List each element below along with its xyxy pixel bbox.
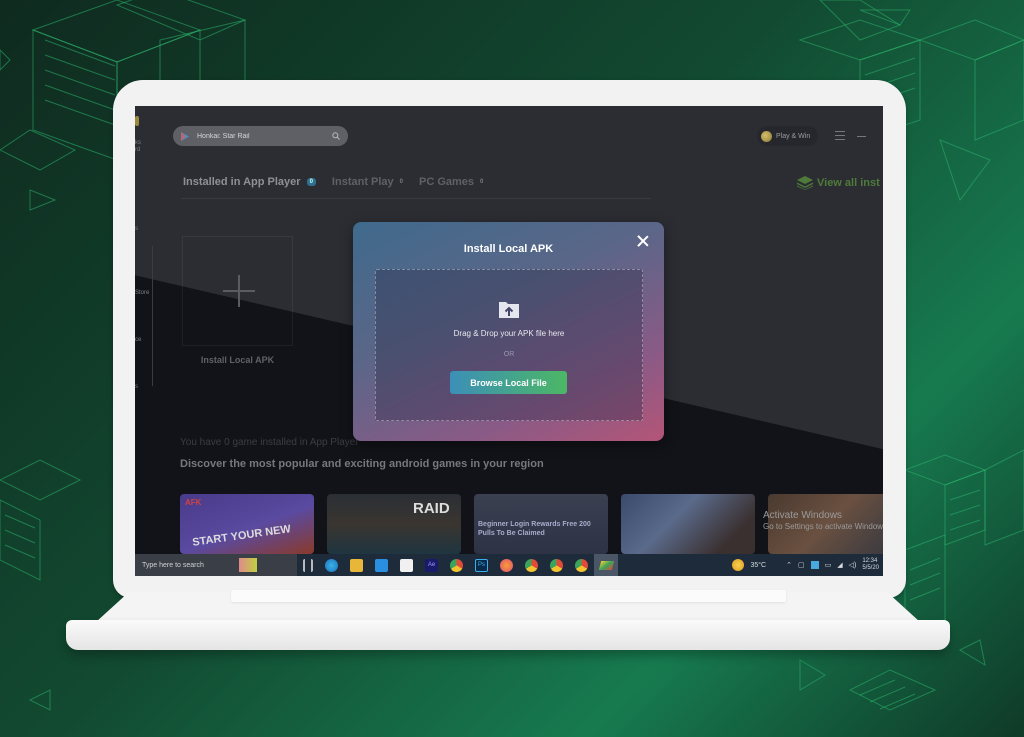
clock[interactable]: 12:34 5/5/20 (862, 558, 879, 572)
tab-count-badge: 0 (480, 179, 484, 185)
taskbar-search[interactable]: Type here to search (135, 554, 297, 576)
drop-instructions: Drag & Drop your APK file here (453, 329, 565, 338)
sidebar-item-label[interactable]: Store (135, 290, 149, 296)
dialog-title: Install Local APK (463, 243, 554, 255)
game-card-caption: START YOUR NEW (191, 523, 292, 549)
logo-icon (135, 116, 139, 126)
search-input[interactable] (197, 132, 332, 140)
install-local-apk-dialog: Install Local APK Drag & Drop your APK f… (353, 222, 664, 441)
sidebar-item-label[interactable]: s (135, 226, 138, 232)
after-effects-icon[interactable]: Ae (425, 558, 438, 572)
tab-count-badge: 0 (306, 178, 316, 186)
weather-icon[interactable] (732, 559, 745, 571)
chrome-icon[interactable] (450, 558, 463, 572)
install-local-apk-card[interactable] (182, 236, 293, 346)
system-tray: 35°C ⌃ ▢ ▭ ◢ ◁) 12:34 5/5/20 (732, 554, 883, 576)
plus-icon (223, 275, 255, 307)
google-play-icon (181, 131, 189, 141)
weather-temp[interactable]: 35°C (750, 562, 766, 569)
tab-label: PC Games (419, 176, 475, 188)
bluestacks-taskbar-button[interactable] (594, 554, 618, 576)
coin-icon (761, 130, 772, 142)
laptop-hinge (231, 590, 786, 602)
game-card-raid[interactable]: RAID (327, 494, 461, 554)
clock-time: 12:34 (862, 557, 878, 564)
laptop-front-edge (66, 620, 950, 650)
apk-drop-zone[interactable]: Drag & Drop your APK file here OR Browse… (375, 269, 643, 421)
sidebar-divider (152, 246, 153, 386)
watermark-subtitle: Go to Settings to activate Windows. (763, 522, 883, 531)
windows-taskbar: Type here to search Ae Ps 35°C ⌃ ▢ ▭ ◢ ◁… (135, 554, 883, 576)
game-logo: AFK (185, 498, 202, 507)
game-card-echocalypse[interactable]: Beginner Login Rewards Free 200 Pulls To… (474, 494, 608, 554)
close-icon[interactable] (637, 235, 649, 247)
view-all-installed-link[interactable]: View all inst (797, 176, 880, 190)
battery-icon[interactable]: ▭ (825, 561, 832, 569)
discover-heading: Discover the most popular and exciting a… (180, 458, 544, 470)
store-icon[interactable] (400, 558, 413, 572)
laptop-base (66, 590, 950, 650)
game-card-caption: Beginner Login Rewards Free 200 Pulls To… (478, 521, 591, 538)
view-all-label: View all inst (817, 177, 880, 189)
chrome-profile-icon[interactable] (525, 558, 538, 572)
task-view-icon[interactable] (303, 558, 313, 572)
search-bar[interactable] (173, 126, 348, 146)
file-explorer-icon[interactable] (350, 558, 363, 572)
wifi-icon[interactable]: ◢ (837, 561, 842, 569)
app-player-screen: ks rd s Store ce s Play & Win Installed … (135, 106, 883, 576)
minimize-icon[interactable] (857, 136, 866, 137)
game-card-afk-arena[interactable]: AFK START YOUR NEW (180, 494, 314, 554)
tab-installed[interactable]: Installed in App Player 0 (183, 176, 316, 188)
play-and-win-label: Play & Win (776, 132, 811, 140)
watermark-title: Activate Windows (763, 510, 842, 521)
or-divider-text: OR (503, 351, 515, 358)
app-tray-icon[interactable] (810, 561, 819, 569)
search-icon[interactable] (332, 132, 340, 140)
game-card-fantasy[interactable] (621, 494, 755, 554)
search-highlight-icon (239, 558, 257, 572)
bluestacks-icon (598, 560, 614, 570)
taskbar-search-placeholder: Type here to search (142, 561, 204, 569)
empty-installed-message: You have 0 game installed in App Player (180, 437, 359, 448)
firefox-icon[interactable] (500, 558, 513, 572)
volume-icon[interactable]: ◁) (849, 561, 857, 569)
tab-count-badge: 0 (399, 179, 404, 185)
sidebar-item-label[interactable]: ce (135, 337, 141, 343)
install-local-apk-label: Install Local APK (200, 355, 275, 365)
sidebar-item-label[interactable]: ks (135, 140, 141, 146)
tab-label: Installed in App Player (183, 176, 301, 188)
photoshop-icon[interactable]: Ps (475, 558, 488, 572)
edge-icon[interactable] (325, 558, 338, 572)
game-card-caption: RAID (413, 500, 450, 517)
mail-icon[interactable] (375, 558, 388, 572)
tab-underline (181, 198, 651, 199)
folder-upload-icon (499, 302, 519, 318)
meet-now-icon[interactable]: ▢ (798, 561, 805, 569)
chevron-up-icon[interactable]: ⌃ (786, 561, 792, 569)
layers-icon (797, 176, 813, 190)
play-and-win-button[interactable]: Play & Win (757, 126, 819, 146)
tab-instant-play[interactable]: Instant Play 0 (332, 176, 403, 188)
chrome-profile-icon[interactable] (550, 558, 563, 572)
activate-windows-watermark: Activate Windows Go to Settings to activ… (763, 510, 883, 532)
hamburger-menu-icon[interactable] (835, 131, 845, 140)
tab-bar: Installed in App Player 0 Instant Play 0… (183, 176, 499, 188)
clock-date: 5/5/20 (862, 565, 879, 571)
sidebar-item-label[interactable]: rd (135, 147, 140, 153)
sidebar: ks rd s Store ce s (135, 106, 153, 556)
chrome-profile-icon[interactable] (575, 558, 588, 572)
browse-local-file-button[interactable]: Browse Local File (450, 371, 567, 394)
tab-label: Instant Play (331, 176, 394, 188)
sidebar-item-label[interactable]: s (135, 384, 138, 390)
tab-pc-games[interactable]: PC Games 0 (419, 176, 483, 188)
